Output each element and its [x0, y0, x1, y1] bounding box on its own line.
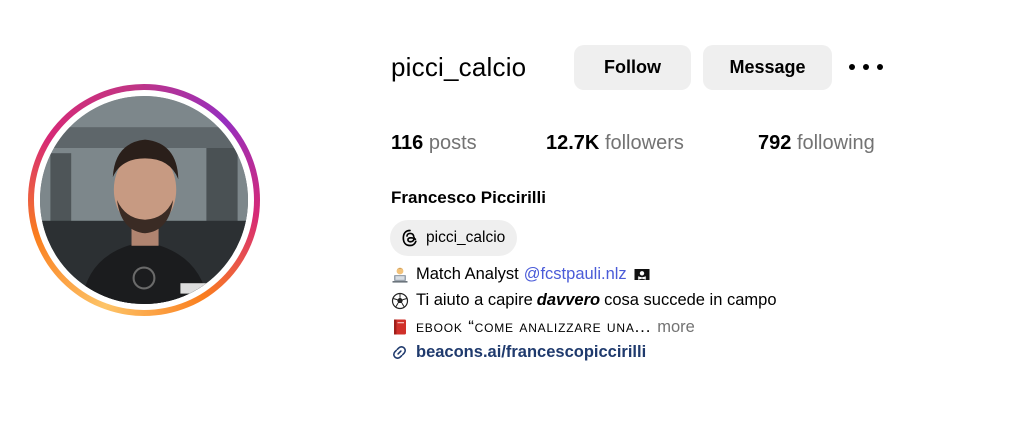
- dot: [863, 64, 869, 70]
- red-book-emoji: [394, 319, 406, 335]
- external-link[interactable]: beacons.ai/francescopiccirilli: [416, 343, 646, 362]
- following-stat[interactable]: 792 following: [758, 132, 875, 155]
- more-link[interactable]: more: [657, 318, 695, 337]
- story-ring[interactable]: [28, 84, 260, 316]
- pirate-flag-emoji: [634, 268, 650, 280]
- bio-emphasis: davvero: [536, 291, 601, 309]
- posts-label: posts: [428, 132, 477, 154]
- bio-line: ebook “come analizzare una... more: [391, 317, 695, 337]
- bio-line: Ti aiuto a capire davvero cosa succede i…: [391, 291, 777, 310]
- followers-stat[interactable]: 12.7K followers: [546, 132, 684, 155]
- avatar-photo: [40, 96, 248, 304]
- threads-badge[interactable]: picci_calcio: [390, 220, 518, 256]
- avatar[interactable]: [40, 96, 248, 304]
- dot: [849, 64, 855, 70]
- message-button[interactable]: Message: [703, 45, 832, 90]
- bio-line: Match Analyst @fcstpauli.nlz: [391, 265, 658, 284]
- followers-label: followers: [604, 132, 684, 154]
- following-label: following: [796, 132, 875, 154]
- posts-stat: 116 posts: [391, 132, 477, 155]
- follow-button[interactable]: Follow: [574, 45, 691, 90]
- full-name: Francesco Piccirilli: [391, 188, 546, 207]
- posts-count: 116: [391, 132, 424, 154]
- external-link-row[interactable]: beacons.ai/francescopiccirilli: [391, 343, 646, 362]
- more-options-icon[interactable]: [849, 57, 883, 77]
- link-icon: [393, 346, 406, 359]
- mention-link[interactable]: @fcstpauli.nlz: [524, 265, 627, 284]
- soccer-ball-emoji: [391, 292, 409, 309]
- threads-handle: picci_calcio: [426, 229, 506, 246]
- dot: [877, 64, 883, 70]
- bio-text: Ti aiuto a capire: [416, 291, 533, 309]
- bio-role: Match Analyst: [416, 265, 519, 283]
- followers-count: 12.7K: [546, 132, 600, 154]
- bio-text: cosa succede in campo: [604, 291, 777, 309]
- username: picci_calcio: [391, 52, 527, 82]
- bio-ebook-text: ebook “come analizzare una...: [416, 317, 652, 336]
- threads-icon: [402, 229, 417, 247]
- technologist-emoji: [392, 267, 408, 283]
- following-count: 792: [758, 132, 792, 154]
- avatar-gap: [34, 90, 254, 310]
